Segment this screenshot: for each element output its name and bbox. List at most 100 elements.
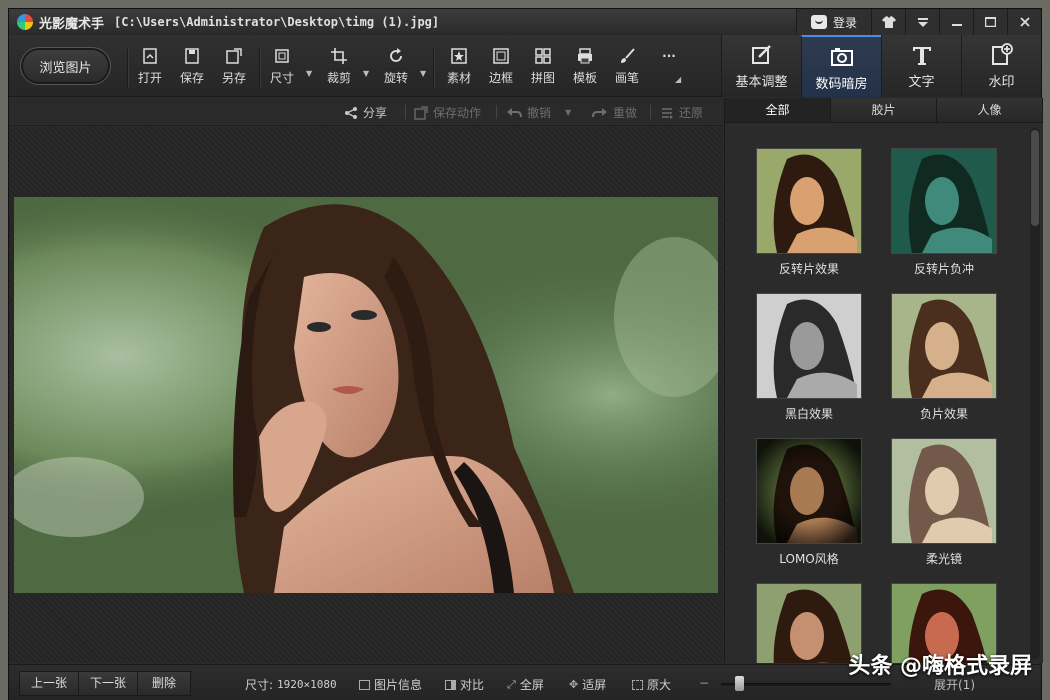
fit-screen-button[interactable]: ✥ 适屏 — [569, 676, 606, 693]
tab-all[interactable]: 全部 — [725, 98, 831, 122]
size-dropdown-icon[interactable]: ▼ — [306, 69, 312, 78]
effect-thumb-reversal-negative[interactable] — [891, 148, 997, 254]
effect-thumb-reversal-film[interactable] — [756, 148, 862, 254]
tab-watermark[interactable]: 水印 — [961, 35, 1041, 97]
tab-digital-darkroom-label: 数码暗房 — [815, 77, 868, 92]
browse-images-button[interactable]: 浏览图片 — [20, 47, 111, 85]
restore-icon — [662, 107, 673, 119]
maximize-button[interactable] — [973, 9, 1007, 35]
fit-screen-label: 适屏 — [582, 678, 607, 692]
edited-photo[interactable] — [14, 197, 718, 593]
effect-label: 反转片效果 — [778, 262, 839, 276]
action-divider — [650, 105, 651, 119]
prev-image-button[interactable]: 上一张 — [19, 671, 79, 696]
original-size-button[interactable]: 原大 — [632, 676, 671, 693]
image-canvas[interactable] — [9, 127, 723, 663]
minimize-button[interactable] — [939, 9, 973, 35]
app-logo-icon — [17, 14, 33, 30]
compare-button[interactable]: 对比 — [445, 676, 484, 693]
effect-label: 黑白效果 — [784, 407, 833, 421]
border-label: 边框 — [488, 71, 513, 85]
redo-button[interactable]: 重做 — [592, 104, 637, 121]
close-button[interactable] — [1007, 9, 1041, 35]
rotate-dropdown-icon[interactable]: ▼ — [420, 69, 426, 78]
effect-preview-image — [892, 149, 996, 253]
fullscreen-button[interactable]: ⤢ 全屏 — [507, 676, 544, 693]
template-label: 模板 — [572, 71, 597, 85]
original-size-icon — [632, 679, 643, 690]
save-action-button[interactable]: 保存动作 — [414, 104, 481, 121]
save-button[interactable]: 保存 — [172, 47, 212, 93]
zoom-slider-handle[interactable] — [735, 676, 744, 691]
tab-basic-adjust-label: 基本调整 — [735, 75, 788, 90]
original-size-label: 原大 — [647, 678, 672, 692]
toolbar-divider — [127, 49, 128, 87]
size-label: 尺寸 — [269, 71, 294, 85]
more-icon: ··· — [662, 49, 676, 63]
tab-watermark-label: 水印 — [988, 75, 1015, 90]
effects-grid: 反转片效果 反转片负冲 黑白效果 负片效果 LOMO风格 柔光镜 — [725, 124, 1027, 663]
tab-digital-darkroom[interactable]: 数码暗房 — [801, 35, 881, 97]
fit-screen-icon: ✥ — [569, 678, 579, 691]
title-bar: 光影魔术手 [C:\Users\Administrator\Desktop\ti… — [9, 9, 1041, 35]
crop-button[interactable]: 裁剪 — [319, 47, 359, 93]
text-icon — [910, 43, 934, 67]
effect-thumb-lomo[interactable] — [756, 438, 862, 544]
border-button[interactable]: 边框 — [481, 47, 521, 93]
image-info-label: 图片信息 — [374, 678, 423, 692]
redo-label: 重做 — [613, 106, 638, 120]
image-info-button[interactable]: 图片信息 — [359, 676, 422, 693]
collage-button[interactable]: 拼图 — [523, 47, 563, 93]
skin-button[interactable] — [871, 9, 905, 35]
effect-thumb-soft-focus[interactable] — [891, 438, 997, 544]
toolbar-divider — [259, 49, 260, 87]
delete-button[interactable]: 删除 — [137, 671, 191, 696]
effects-scrollbar[interactable] — [1030, 128, 1040, 659]
undo-dropdown-icon[interactable]: ▼ — [565, 108, 571, 117]
login-button[interactable]: 登录 — [795, 9, 871, 35]
fullscreen-icon: ⤢ — [507, 677, 516, 691]
save-as-button[interactable]: 另存 — [214, 47, 254, 93]
brush-button[interactable]: 画笔 — [607, 47, 647, 93]
menu-button[interactable] — [905, 9, 939, 35]
menu-dropdown-icon — [917, 18, 928, 27]
maximize-icon — [985, 17, 996, 27]
adjust-icon — [750, 43, 774, 67]
size-icon — [273, 47, 291, 65]
brush-label: 画笔 — [614, 71, 639, 85]
main-toolbar: 浏览图片 打开 保存 另存 尺寸 ▼ 裁剪 ▼ 旋转 ▼ 素材 边框 拼图 模板… — [9, 35, 1041, 97]
image-size-readout: 尺寸: 1920×1080 — [245, 676, 337, 693]
size-button[interactable]: 尺寸 — [262, 47, 302, 93]
undo-button[interactable]: 撤销 — [506, 104, 551, 121]
rotate-icon — [387, 47, 405, 65]
template-button[interactable]: 模板 — [565, 47, 605, 93]
rotate-button[interactable]: 旋转 — [376, 47, 416, 93]
restore-button[interactable]: 还原 — [660, 104, 703, 121]
material-icon — [450, 47, 468, 65]
next-image-button[interactable]: 下一张 — [78, 671, 138, 696]
zoom-out-icon[interactable]: − — [699, 676, 709, 690]
undo-icon — [507, 107, 522, 117]
share-button[interactable]: 分享 — [344, 104, 387, 121]
more-tools-button[interactable]: ··· ◢ — [649, 47, 689, 93]
minimize-icon — [951, 24, 962, 26]
open-button[interactable]: 打开 — [130, 47, 170, 93]
material-button[interactable]: 素材 — [439, 47, 479, 93]
restore-label: 还原 — [679, 106, 704, 120]
effect-thumb-black-white[interactable] — [756, 293, 862, 399]
collage-label: 拼图 — [530, 71, 555, 85]
redo-icon — [592, 107, 607, 117]
app-window: 光影魔术手 [C:\Users\Administrator\Desktop\ti… — [8, 8, 1043, 700]
tab-text[interactable]: 文字 — [881, 35, 961, 97]
tab-film[interactable]: 胶片 — [831, 98, 937, 122]
tab-basic-adjust[interactable]: 基本调整 — [721, 35, 801, 97]
size-value: 1920×1080 — [277, 678, 337, 691]
effect-thumb-7[interactable] — [756, 583, 862, 663]
file-path: [C:\Users\Administrator\Desktop\timg (1)… — [114, 15, 440, 29]
scrollbar-thumb[interactable] — [1031, 130, 1039, 226]
tab-portrait[interactable]: 人像 — [937, 98, 1043, 122]
effect-thumb-negative[interactable] — [891, 293, 997, 399]
crop-dropdown-icon[interactable]: ▼ — [363, 69, 369, 78]
zoom-slider-track[interactable] — [721, 683, 891, 686]
size-label: 尺寸: — [245, 678, 274, 692]
